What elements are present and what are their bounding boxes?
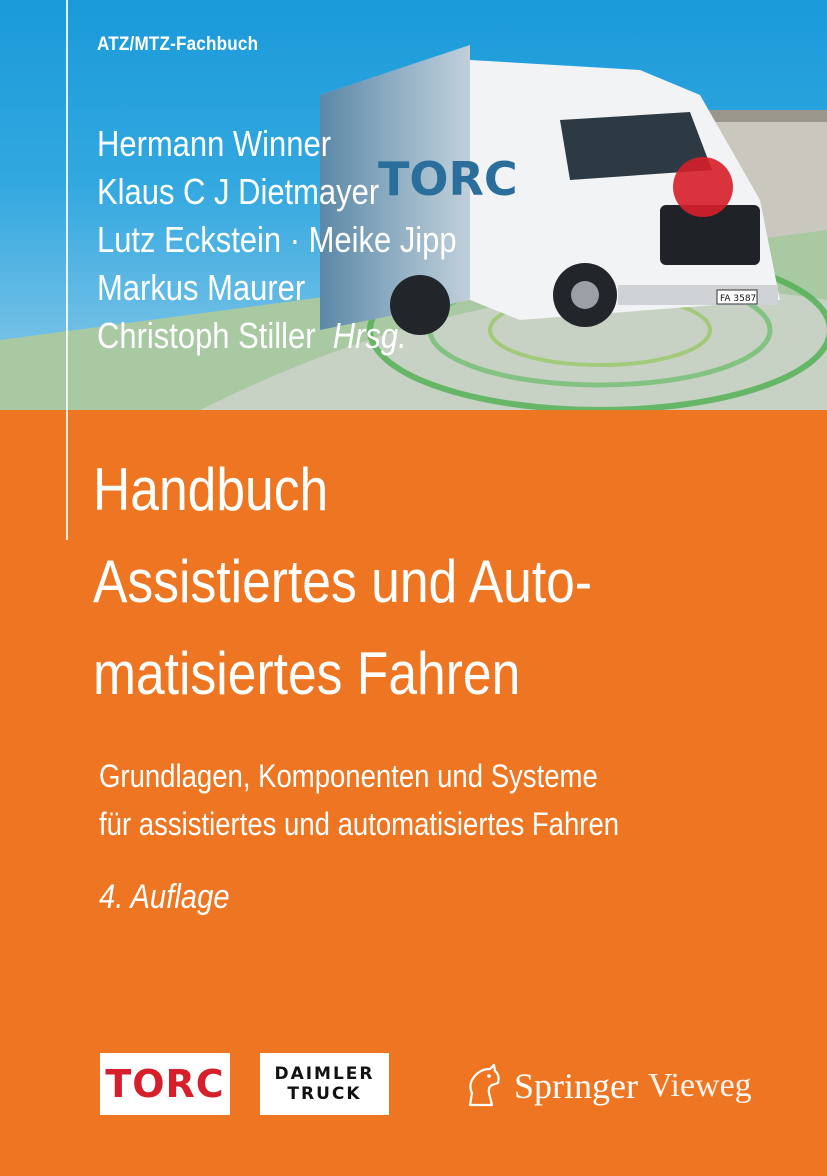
springer-name: Springer [514,1066,638,1106]
vieweg-name: Vieweg [647,1067,752,1104]
torc-logo-text: TORC [105,1062,225,1106]
book-subtitle: Grundlagen, Komponenten und Systeme für … [99,752,619,848]
daimler-truck-logo: DAIMLER TRUCK [260,1053,389,1115]
author-last-row: Christoph Stiller Hrsg. [97,312,457,360]
daimler-logo-line: TRUCK [287,1084,362,1104]
subtitle-line: Grundlagen, Komponenten und Systeme [99,758,598,794]
title-line: Assistiertes und Auto- [93,548,593,615]
author: Lutz Eckstein · Meike Jipp [97,219,457,260]
book-title: Handbuch Assistiertes und Auto- matisier… [93,444,592,720]
author: Hermann Winner [97,123,332,164]
title-line: Handbuch [93,456,329,523]
author: Markus Maurer [97,267,306,308]
springer-vieweg-logo: Springer Vieweg [462,1058,752,1114]
subtitle-line: für assistiertes und automatisiertes Fah… [99,806,620,842]
author: Klaus C J Dietmayer [97,171,380,212]
license-plate: FA 3587 [720,294,756,304]
daimler-logo-line: DAIMLER [274,1064,375,1084]
author-list: Hermann Winner Klaus C J Dietmayer Lutz … [97,120,457,360]
author: Christoph Stiller [97,315,316,356]
torc-logo: TORC [100,1053,230,1115]
vertical-rule [66,0,68,540]
edition-label: 4. Auflage [99,878,230,916]
springer-horse-icon [468,1063,500,1107]
editor-suffix: Hrsg. [332,315,407,356]
series-label: ATZ/MTZ-Fachbuch [97,34,259,55]
title-line: matisiertes Fahren [93,640,521,707]
